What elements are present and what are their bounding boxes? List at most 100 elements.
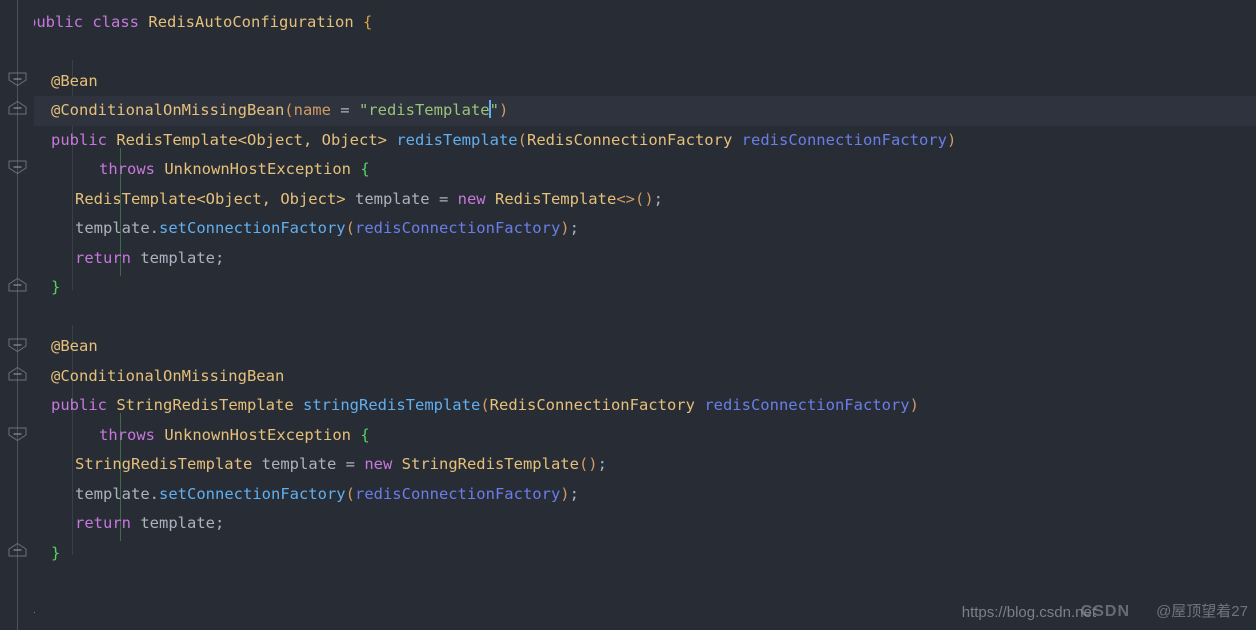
code-token: (: [480, 396, 490, 414]
code-line[interactable]: template.setConnectionFactory(redisConne…: [0, 214, 1256, 244]
code-token: UnknownHostException: [164, 160, 351, 178]
fold-collapse-down-icon[interactable]: [8, 72, 27, 86]
code-line[interactable]: template.setConnectionFactory(redisConne…: [0, 480, 1256, 510]
code-token: return: [75, 514, 131, 532]
code-line-text: public StringRedisTemplate stringRedisTe…: [0, 391, 919, 421]
code-token: ;: [569, 219, 579, 237]
code-line[interactable]: @Bean: [0, 332, 1256, 362]
code-line-empty[interactable]: [0, 568, 1256, 598]
code-line[interactable]: return template;: [0, 509, 1256, 539]
code-line[interactable]: RedisTemplate<Object, Object> template =…: [0, 185, 1256, 215]
fold-collapse-up-icon[interactable]: [8, 101, 27, 115]
code-token: (): [634, 189, 654, 208]
editor-gutter[interactable]: [0, 0, 34, 630]
code-token: .: [149, 219, 159, 237]
fold-collapse-down-icon[interactable]: [8, 160, 27, 174]
code-token: {: [363, 12, 373, 31]
code-line-text: throws UnknownHostException {: [0, 421, 370, 451]
code-token: RedisConnectionFactory: [489, 396, 695, 414]
code-token: public: [51, 396, 107, 414]
code-line[interactable]: throws UnknownHostException {: [0, 421, 1256, 451]
code-line[interactable]: @ConditionalOnMissingBean(name = "redisT…: [0, 96, 1256, 126]
fold-collapse-down-icon[interactable]: [8, 427, 27, 441]
code-token: StringRedisTemplate: [401, 455, 579, 473]
code-token: class: [92, 12, 140, 31]
code-line[interactable]: public StringRedisTemplate stringRedisTe…: [0, 391, 1256, 421]
code-token: (: [345, 219, 355, 237]
code-token: (: [517, 130, 527, 149]
code-line[interactable]: @ConditionalOnMissingBean: [0, 362, 1256, 392]
code-line[interactable]: @Bean: [0, 67, 1256, 97]
code-line-empty[interactable]: [0, 37, 1256, 67]
gutter-rail: [17, 0, 18, 630]
code-token: redisConnectionFactory: [354, 219, 561, 237]
code-line-text: @ConditionalOnMissingBean: [0, 362, 284, 392]
code-token: ): [498, 101, 509, 119]
code-token: {: [360, 425, 370, 444]
code-line[interactable]: public class RedisAutoConfiguration {: [0, 8, 1256, 38]
code-token: }: [51, 543, 61, 562]
clipped-top-line: @Configuration(proxyBeanMethods = false)…: [0, 0, 1256, 6]
code-token: ): [946, 130, 957, 149]
code-line[interactable]: }: [0, 598, 1256, 628]
code-editor[interactable]: public class RedisAutoConfiguration { @Be…: [0, 0, 1256, 630]
code-line-text: template.setConnectionFactory(redisConne…: [0, 214, 579, 244]
code-token: @Bean: [51, 71, 98, 90]
code-token: <Object, Object>: [196, 189, 346, 208]
code-token: @ConditionalOnMissingBean: [51, 366, 285, 385]
code-token: ;: [215, 514, 225, 532]
code-token: setConnectionFactory: [159, 484, 346, 503]
code-line-text: public RedisTemplate<Object, Object> red…: [0, 126, 956, 156]
code-token: public: [51, 130, 107, 149]
code-token: throws: [99, 425, 155, 444]
fold-collapse-up-icon[interactable]: [8, 278, 27, 292]
code-token: new: [364, 455, 393, 473]
code-area[interactable]: public class RedisAutoConfiguration { @Be…: [0, 0, 1256, 630]
code-token: StringRedisTemplate: [75, 455, 253, 473]
clipped-line-text: @Configuration(proxyBeanMethods = false)…: [0, 0, 1256, 6]
code-token: .: [149, 484, 159, 503]
code-token: new: [457, 189, 486, 208]
code-token: public: [27, 12, 83, 31]
code-token: <Object, Object>: [237, 130, 387, 149]
code-token: template: [75, 484, 150, 503]
code-token: RedisConnectionFactory: [527, 130, 733, 149]
code-token: template: [75, 219, 150, 237]
code-line-text: RedisTemplate<Object, Object> template =…: [0, 185, 663, 215]
code-line[interactable]: public RedisTemplate<Object, Object> red…: [0, 126, 1256, 156]
code-token: ;: [597, 455, 607, 473]
code-token: <>: [616, 189, 635, 208]
code-token: ): [560, 484, 570, 503]
fold-collapse-up-icon[interactable]: [8, 543, 27, 557]
fold-collapse-up-icon[interactable]: [8, 367, 27, 381]
code-line[interactable]: }: [0, 539, 1256, 569]
code-line[interactable]: StringRedisTemplate template = new Strin…: [0, 450, 1256, 480]
code-token: redisConnectionFactory: [354, 484, 561, 503]
code-line[interactable]: return template;: [0, 244, 1256, 274]
code-token: @Bean: [51, 337, 98, 355]
code-token: ;: [653, 189, 663, 208]
code-token: redisConnectionFactory: [704, 396, 910, 414]
fold-collapse-down-icon[interactable]: [8, 338, 27, 352]
code-line-text: StringRedisTemplate template = new Strin…: [0, 450, 607, 480]
code-token: =: [336, 455, 365, 473]
code-line-text: public class RedisAutoConfiguration {: [0, 8, 372, 38]
code-token: template: [140, 248, 215, 267]
code-token: (: [284, 101, 294, 119]
code-line[interactable]: }: [0, 273, 1256, 303]
code-line[interactable]: throws UnknownHostException {: [0, 155, 1256, 185]
code-token: {: [360, 160, 370, 178]
code-token: (: [345, 484, 355, 503]
code-line-empty[interactable]: [0, 303, 1256, 333]
code-token: template: [261, 455, 337, 473]
